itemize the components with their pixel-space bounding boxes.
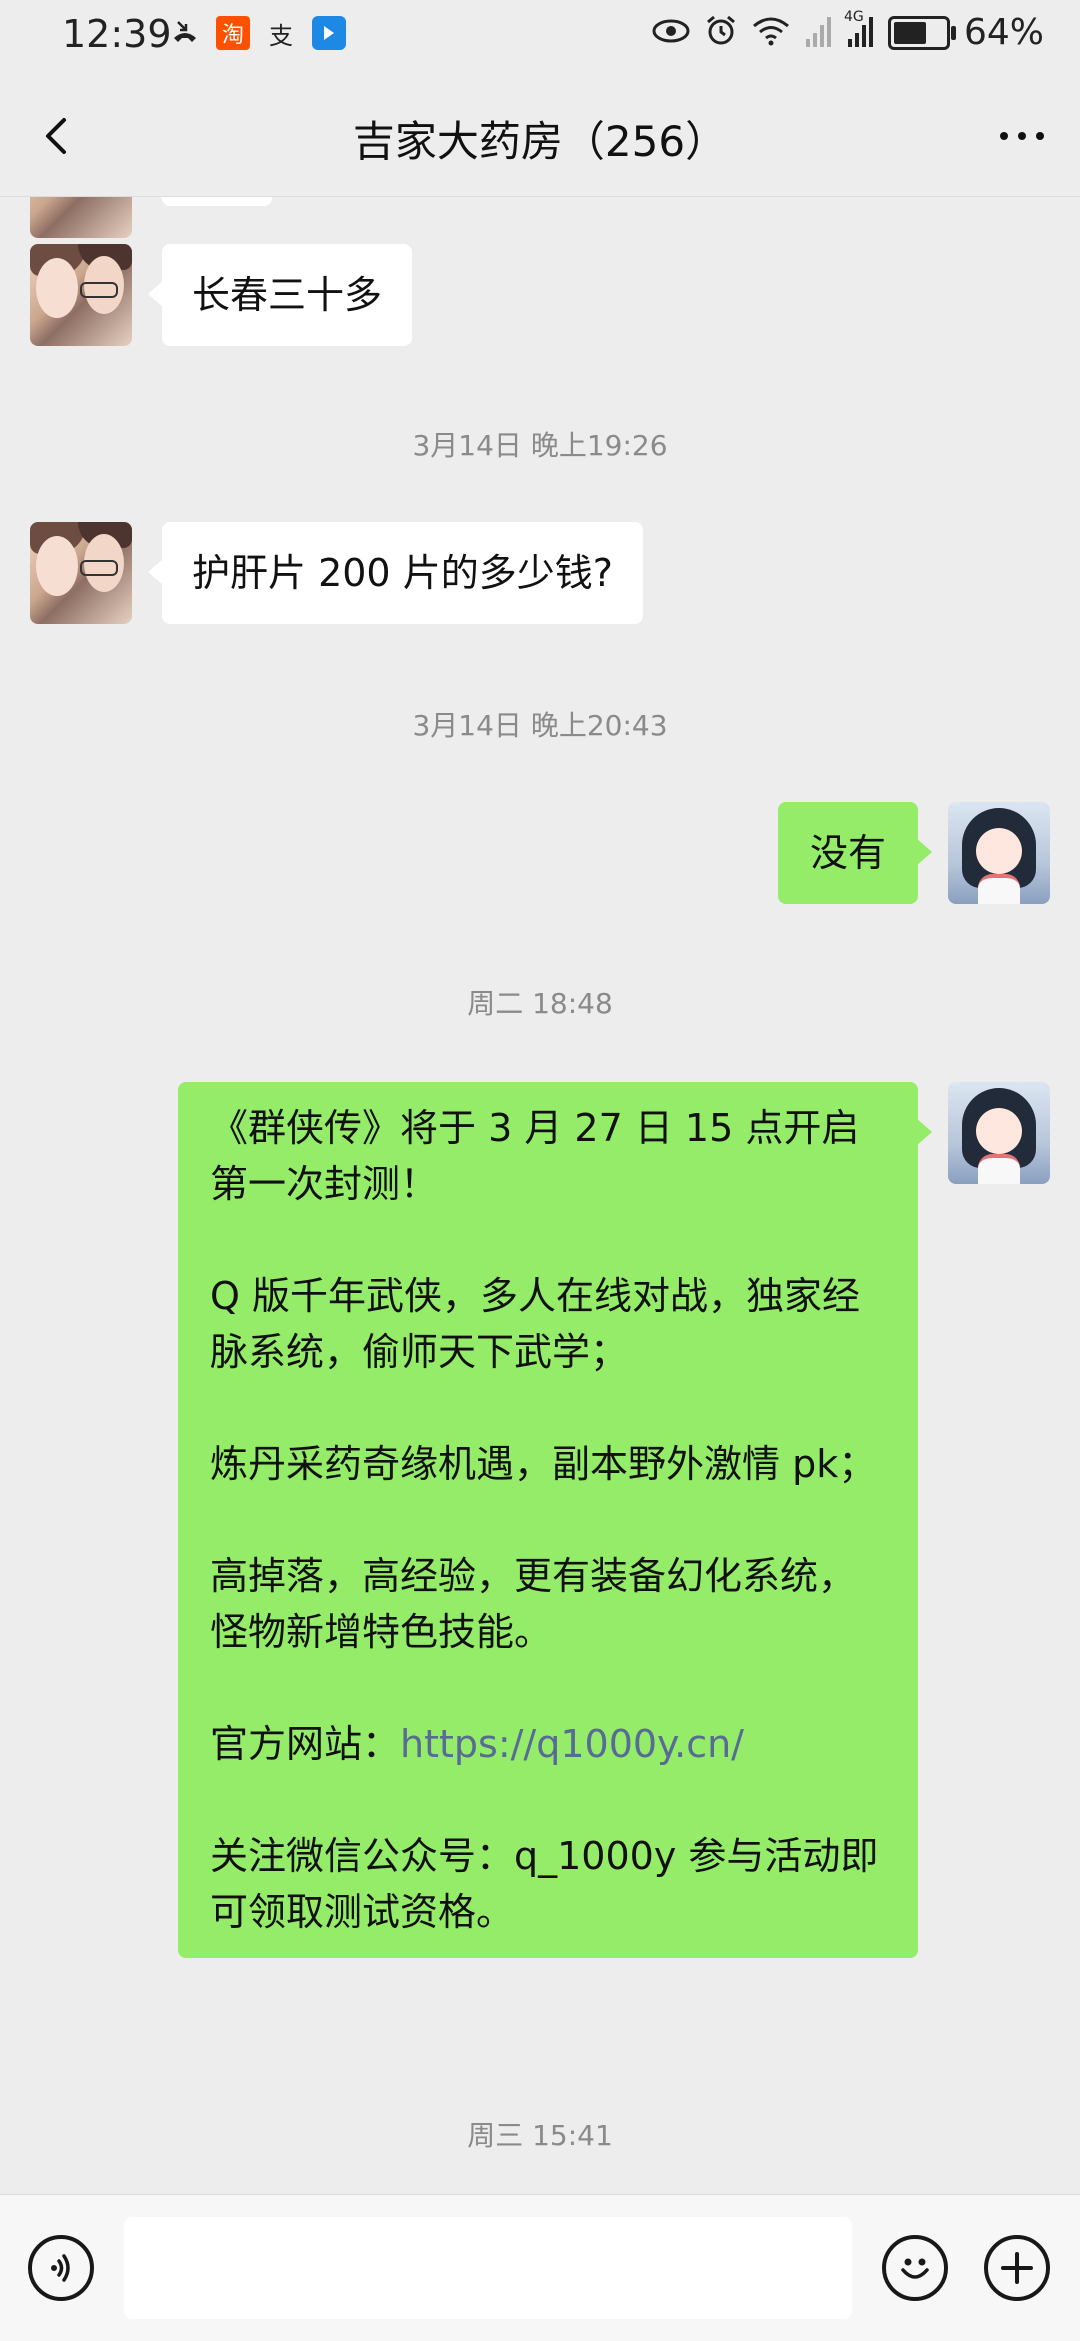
more-options-button[interactable] bbox=[992, 116, 1052, 156]
message-bubble[interactable]: 长春三十多 bbox=[147, 244, 413, 346]
message-paragraph: 官方网站：https://q1000y.cn/ bbox=[210, 1716, 886, 1772]
emoji-icon bbox=[901, 2258, 929, 2279]
self-avatar[interactable] bbox=[948, 802, 1050, 904]
avatar-partial[interactable] bbox=[30, 196, 132, 238]
battery-percent: 64% bbox=[963, 12, 1044, 53]
message-text: 长春三十多 bbox=[192, 273, 383, 317]
status-time: 12:39 bbox=[62, 12, 172, 56]
timestamp: 3月14日 晚上19:26 bbox=[412, 429, 668, 462]
input-bar bbox=[0, 2194, 1080, 2341]
status-right-icons: 4G 64% bbox=[652, 9, 1044, 53]
voice-button[interactable] bbox=[28, 2235, 94, 2301]
status-left-icons: 淘 支 bbox=[168, 16, 346, 50]
message-list[interactable]: 长春三十多 3月14日 晚上19:26 护肝片 200 片的多少钱? 3月14日… bbox=[0, 196, 1080, 2194]
more-dot bbox=[1018, 132, 1026, 140]
message-paragraph: 炼丹采药奇缘机遇，副本野外激情 pk； bbox=[210, 1442, 877, 1486]
website-link[interactable]: https://q1000y.cn/ bbox=[400, 1722, 744, 1766]
message-text: 护肝片 200 片的多少钱? bbox=[192, 551, 613, 595]
message-paragraph: 《群侠传》将于 3 月 27 日 15 点开启第一次封测！ bbox=[210, 1106, 860, 1206]
signal-icon bbox=[804, 15, 832, 51]
chat-title: 吉家大药房（256） bbox=[352, 117, 728, 166]
taobao-app-icon: 淘 bbox=[216, 16, 250, 50]
voice-icon bbox=[51, 2254, 70, 2282]
message-paragraph: 关注微信公众号：q_1000y 参与活动即可领取测试资格。 bbox=[210, 1834, 879, 1934]
timestamp: 3月14日 晚上20:43 bbox=[412, 709, 668, 742]
eye-icon bbox=[652, 18, 690, 48]
blue-app-icon bbox=[312, 16, 346, 50]
message-bubble-self[interactable]: 没有 bbox=[777, 802, 933, 904]
sender-avatar[interactable] bbox=[30, 244, 132, 346]
message-bubble-self[interactable]: 《群侠传》将于 3 月 27 日 15 点开启第一次封测！ Q 版千年武侠，多人… bbox=[178, 1082, 932, 1958]
alarm-icon bbox=[704, 14, 738, 52]
message-input[interactable] bbox=[124, 2217, 852, 2319]
wifi-icon bbox=[752, 16, 790, 50]
message-paragraph: 高掉落，高经验，更有装备幻化系统，怪物新增特色技能。 bbox=[210, 1554, 857, 1654]
self-avatar[interactable] bbox=[948, 1082, 1050, 1184]
plus-icon bbox=[1001, 2252, 1033, 2284]
network-label: 4G bbox=[843, 8, 864, 25]
signal-4g-icon: 4G bbox=[844, 9, 874, 51]
status-bar: 12:39 淘 支 4G 64% bbox=[0, 0, 1080, 78]
message-paragraph: Q 版千年武侠，多人在线对战，独家经脉系统，偷师天下武学； bbox=[210, 1274, 860, 1374]
more-horizontal-icon bbox=[1000, 132, 1008, 140]
message-bubble-partial[interactable] bbox=[148, 196, 272, 206]
missed-call-icon bbox=[168, 16, 202, 50]
website-label: 官方网站： bbox=[210, 1722, 401, 1766]
plus-button[interactable] bbox=[984, 2235, 1050, 2301]
more-dot bbox=[1036, 132, 1044, 140]
alipay-icon: 支 bbox=[269, 21, 293, 50]
timestamp: 周三 15:41 bbox=[467, 2119, 613, 2152]
message-text: 没有 bbox=[809, 831, 886, 875]
sender-avatar[interactable] bbox=[30, 522, 132, 624]
chat-header: 吉家大药房（256） bbox=[0, 78, 1080, 197]
battery-level-fill bbox=[893, 21, 926, 44]
message-bubble[interactable]: 护肝片 200 片的多少钱? bbox=[148, 522, 643, 624]
timestamp: 周二 18:48 bbox=[467, 987, 613, 1020]
battery-icon bbox=[887, 15, 956, 50]
emoji-button[interactable] bbox=[882, 2235, 948, 2301]
